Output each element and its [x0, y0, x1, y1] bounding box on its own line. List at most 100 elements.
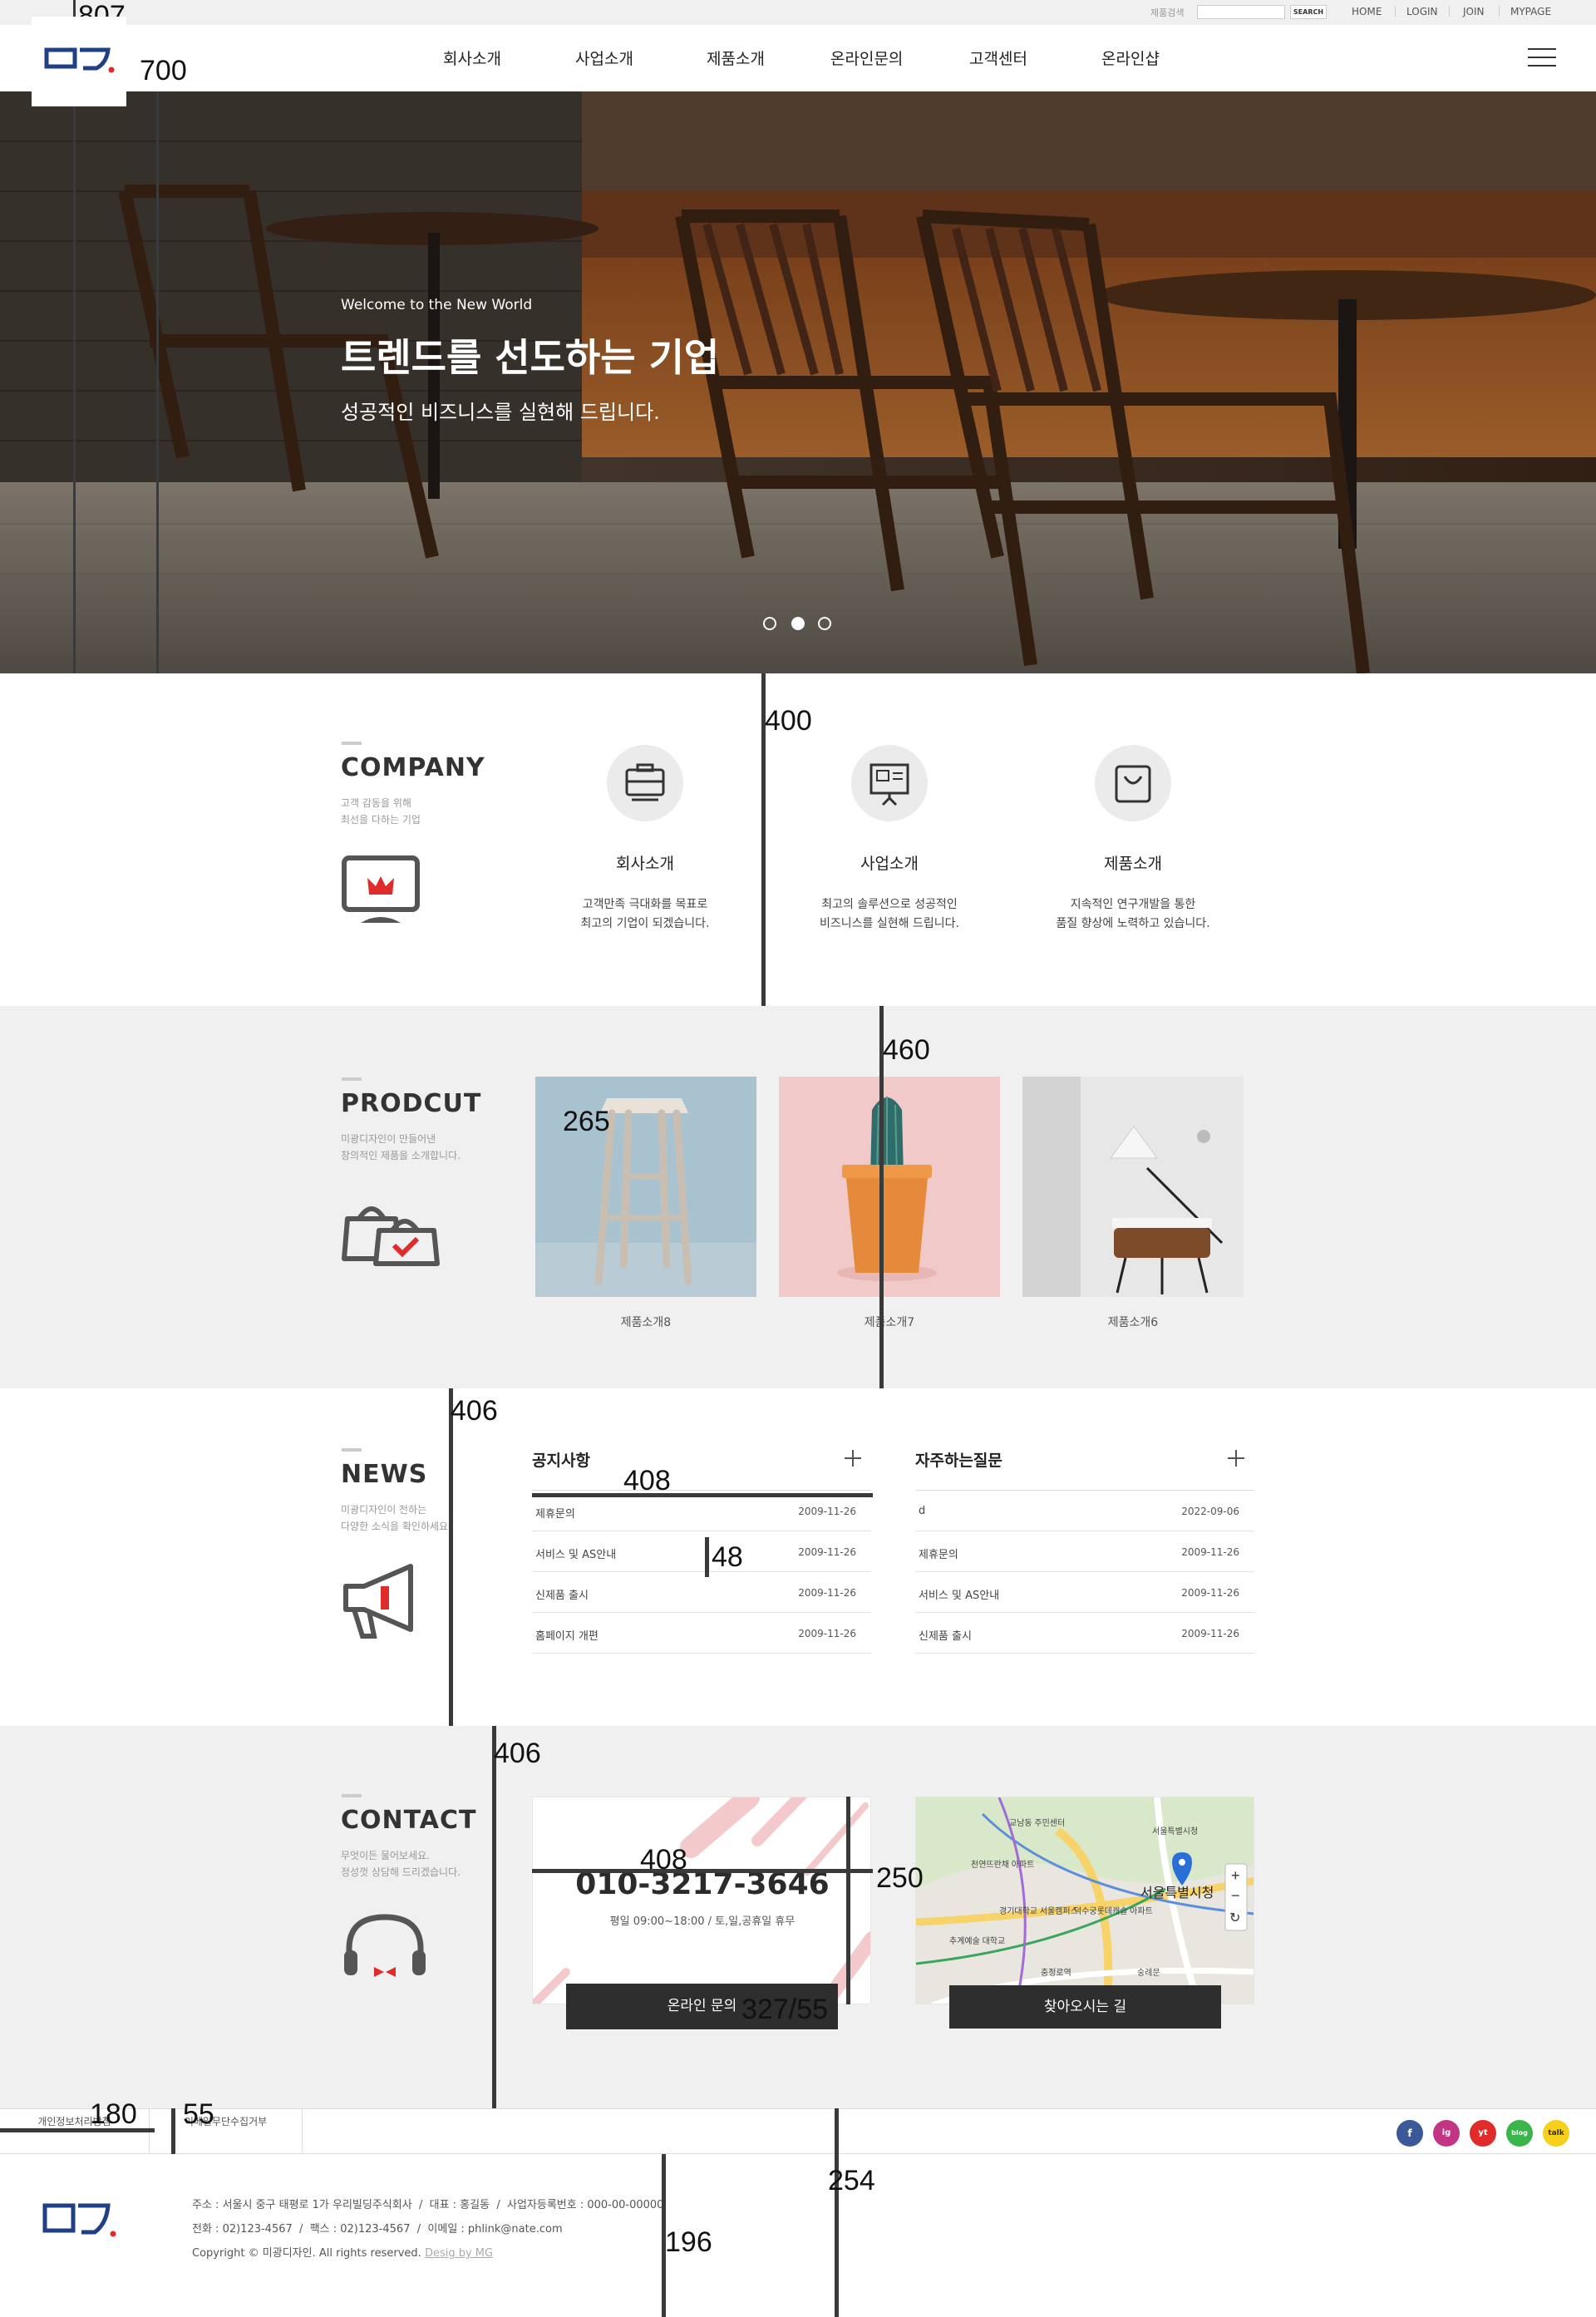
- facebook-icon[interactable]: f: [1396, 2120, 1423, 2147]
- product-search-label: 제품검색: [1150, 7, 1185, 18]
- service-business[interactable]: 사업소개 최고의 솔루션으로 성공적인 비즈니스를 실현해 드립니다.: [773, 745, 1006, 934]
- hero-background-image: [0, 91, 1596, 673]
- kakaotalk-icon[interactable]: talk: [1543, 2120, 1569, 2147]
- headset-icon: [344, 1914, 426, 1977]
- list-item[interactable]: 신제품 출시 2009-11-26: [915, 1613, 1254, 1654]
- list-item[interactable]: 신제품 출시 2009-11-26: [532, 1572, 871, 1613]
- svg-text:+: +: [1231, 1867, 1240, 1884]
- slide-dot-active[interactable]: [791, 617, 805, 630]
- board-title[interactable]: 공지사항: [532, 1448, 871, 1481]
- map-label: 천연뜨란채 아파트: [971, 1860, 1034, 1870]
- service-text: 지속적인 연구개발을 통한 품질 향상에 노력하고 있습니다.: [1056, 898, 1210, 930]
- service-name: 사업소개: [860, 855, 919, 873]
- measure-label: 408: [623, 1465, 671, 1496]
- more-plus-icon[interactable]: [845, 1450, 861, 1467]
- map-label: 경기대학교 서울캠퍼스: [999, 1905, 1078, 1916]
- service-products[interactable]: 제품소개 지속적인 연구개발을 통한 품질 향상에 노력하고 있습니다.: [1017, 745, 1249, 934]
- map-label: 서울특별시청: [1140, 1886, 1214, 1900]
- mypage-link[interactable]: MYPAGE: [1510, 6, 1551, 17]
- section-desc-line: 최선을 다하는 기업: [341, 814, 421, 826]
- slide-dot[interactable]: [763, 617, 776, 630]
- designer-credit-link[interactable]: Desig by MG: [425, 2247, 493, 2260]
- svg-text:−: −: [1231, 1887, 1240, 1904]
- blog-icon[interactable]: blog: [1506, 2120, 1533, 2147]
- section-desc-line: 미광디자인이 만들어낸: [341, 1133, 436, 1145]
- section-desc-line: 미광디자인이 전하는: [341, 1504, 427, 1516]
- divider: [1499, 6, 1500, 17]
- nav-item-inquiry[interactable]: 온라인문의: [830, 47, 903, 69]
- product-image-cactus[interactable]: [779, 1077, 1000, 1297]
- hero-title: 트렌드를 선도하는 기업: [341, 335, 720, 380]
- hero-eyebrow: Welcome to the New World: [341, 297, 533, 313]
- list-item[interactable]: d 2022-09-06: [915, 1491, 1254, 1531]
- briefcase-icon: [607, 745, 683, 821]
- list-item[interactable]: 제휴문의 2009-11-26: [915, 1531, 1254, 1572]
- presentation-board-icon: [851, 745, 928, 821]
- measure-line: [156, 91, 159, 673]
- office-hours: 평일 09:00~18:00 / 토,일,공휴일 휴무: [609, 1915, 796, 1928]
- login-link[interactable]: LOGIN: [1406, 6, 1438, 17]
- footer-links-bar: 개인정보처리방침 이메일무단수집거부 f ig yt blog talk: [0, 2108, 1596, 2155]
- measure-label: 400: [765, 705, 812, 737]
- slide-dot[interactable]: [818, 617, 831, 630]
- list-item[interactable]: 홈페이지 개편 2009-11-26: [532, 1613, 871, 1654]
- heading-accent: [342, 1077, 362, 1081]
- youtube-icon[interactable]: yt: [1470, 2120, 1496, 2147]
- search-button[interactable]: SEARCH: [1290, 5, 1327, 19]
- menu-icon[interactable]: [1528, 48, 1556, 67]
- section-title: NEWS: [341, 1460, 428, 1489]
- shopping-bag-icon: [1095, 745, 1171, 821]
- news-section: NEWS 미광디자인이 전하는 다양한 소식을 확인하세요. 공지사항 제휴문의…: [0, 1388, 1596, 1726]
- company-contact-line: 전화 : 02)123-4567 / 팩스 : 02)123-4567 / 이메…: [192, 2223, 563, 2236]
- nav-item-business[interactable]: 사업소개: [575, 47, 633, 69]
- measure-label: 327/55: [741, 1994, 829, 2025]
- home-link[interactable]: HOME: [1352, 6, 1382, 17]
- product-card[interactable]: 제품소개6: [1022, 1077, 1244, 1330]
- heading-accent: [342, 1794, 362, 1797]
- instagram-icon[interactable]: ig: [1433, 2120, 1460, 2147]
- phone-card: 010-3217-3646 평일 09:00~18:00 / 토,일,공휴일 휴…: [532, 1797, 871, 2004]
- notice-board: 공지사항 제휴문의 2009-11-26 서비스 및 AS안내 2009-11-26…: [532, 1448, 871, 1654]
- contact-section: CONTACT 무엇이든 물어보세요. 정성껏 상담해 드리겠습니다. 010-…: [0, 1726, 1596, 2108]
- product-caption: 제품소개6: [1107, 1316, 1159, 1329]
- section-title: PRODCUT: [341, 1089, 482, 1118]
- map-label: 교남동 주민센터: [1009, 1818, 1065, 1828]
- product-caption: 제품소개7: [864, 1316, 915, 1329]
- list-item[interactable]: 서비스 및 AS안내 2009-11-26: [915, 1572, 1254, 1613]
- measure-label: 180: [90, 2098, 137, 2130]
- nav-item-company[interactable]: 회사소개: [443, 47, 501, 69]
- measure-label: 48: [712, 1541, 743, 1573]
- product-image-side-table[interactable]: [1022, 1077, 1244, 1297]
- measure-line: [532, 1869, 873, 1873]
- nav-item-support[interactable]: 고객센터: [969, 47, 1027, 69]
- measure-line: [705, 1537, 709, 1577]
- product-search-input[interactable]: [1197, 5, 1285, 19]
- board-title[interactable]: 자주하는질문: [915, 1448, 1254, 1481]
- join-link[interactable]: JOIN: [1463, 6, 1485, 17]
- map-card[interactable]: 교남동 주민센터 천연뜨란채 아파트 경기대학교 서울캠퍼스 덕수궁롯데캐슬 아…: [915, 1797, 1254, 2004]
- location-map[interactable]: 교남동 주민센터 천연뜨란채 아파트 경기대학교 서울캠퍼스 덕수궁롯데캐슬 아…: [916, 1797, 1254, 2004]
- measure-label: 406: [494, 1738, 541, 1769]
- product-caption: 제품소개8: [620, 1316, 672, 1329]
- measure-label: 254: [828, 2165, 875, 2196]
- map-label: 서울특별시청: [1152, 1826, 1198, 1836]
- service-text: 고객만족 극대화를 목표로 최고의 기업이 되겠습니다.: [580, 898, 710, 930]
- logo[interactable]: [32, 17, 126, 106]
- list-item[interactable]: 서비스 및 AS안내 2009-11-26: [532, 1531, 871, 1572]
- section-desc-line: 다양한 소식을 확인하세요.: [341, 1521, 451, 1532]
- more-plus-icon[interactable]: [1228, 1450, 1244, 1467]
- measure-label: 460: [883, 1034, 930, 1066]
- nav-item-products[interactable]: 제품소개: [707, 47, 765, 69]
- svg-text:↻: ↻: [1229, 1911, 1240, 1925]
- service-text: 최고의 솔루션으로 성공적인 비즈니스를 실현해 드립니다.: [820, 898, 959, 930]
- measure-label: 265: [563, 1106, 610, 1137]
- nav-item-shop[interactable]: 온라인샵: [1101, 47, 1160, 69]
- measure-line: [171, 2108, 175, 2154]
- logo-mark-icon: [44, 47, 115, 73]
- product-card[interactable]: 제품소개7: [779, 1077, 1000, 1330]
- service-name: 제품소개: [1104, 855, 1162, 873]
- measure-line: [532, 1493, 873, 1497]
- service-company[interactable]: 회사소개 고객만족 극대화를 목표로 최고의 기업이 되겠습니다.: [529, 745, 761, 934]
- directions-button[interactable]: 찾아오시는 길: [949, 1985, 1221, 2029]
- divider: [1449, 6, 1450, 17]
